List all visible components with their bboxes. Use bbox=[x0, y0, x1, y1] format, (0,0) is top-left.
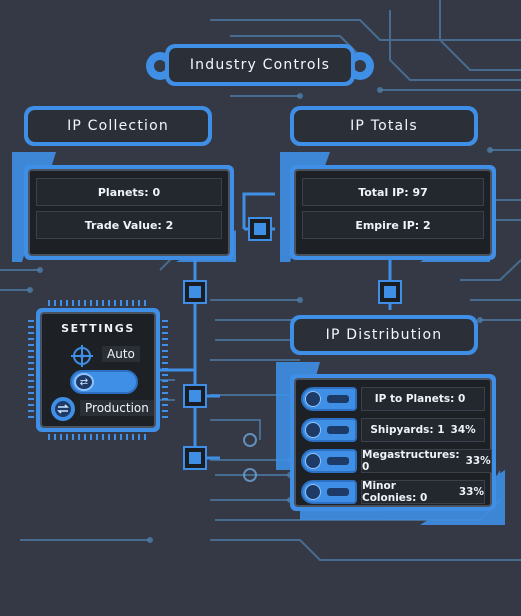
ip-totals-panel: Total IP: 97 Empire IP: 2 bbox=[290, 165, 496, 260]
mode-toggle[interactable]: ⇄ bbox=[70, 370, 138, 394]
distribution-row-shipyards: Shipyards: 1 34% bbox=[301, 417, 485, 443]
ip-totals-title: IP Totals bbox=[294, 110, 474, 142]
cycle-icon[interactable] bbox=[50, 396, 76, 422]
planets-value: Planets: 0 bbox=[36, 178, 222, 206]
ip-totals-title-plate: IP Totals bbox=[290, 106, 478, 146]
ip-collection-panel: Planets: 0 Trade Value: 2 bbox=[24, 165, 234, 260]
connector-chip-icon bbox=[248, 217, 272, 241]
shipyards-label: Shipyards: 1 bbox=[370, 424, 445, 436]
empire-ip-value: Empire IP: 2 bbox=[302, 211, 484, 239]
trade-value: Trade Value: 2 bbox=[36, 211, 222, 239]
production-mode-label[interactable]: Production bbox=[80, 400, 154, 416]
connector-chip-icon bbox=[183, 446, 207, 470]
connector-chip-icon bbox=[378, 280, 402, 304]
distribution-row-planets: IP to Planets: 0 bbox=[301, 386, 485, 412]
connector-chip-icon bbox=[183, 384, 207, 408]
settings-panel: SETTINGS Auto ⇄ Production bbox=[28, 300, 168, 440]
allocate-megastructures-button[interactable] bbox=[301, 449, 357, 473]
total-ip-value: Total IP: 97 bbox=[302, 178, 484, 206]
distribution-row-minor-colonies: Minor Colonies: 0 33% bbox=[301, 479, 485, 505]
industry-controls-screen: Industry Controls IP Collection Planets:… bbox=[0, 0, 521, 616]
ip-distribution-title-plate: IP Distribution bbox=[290, 315, 478, 355]
ip-distribution-title: IP Distribution bbox=[294, 319, 474, 351]
distribution-row-megastructures: Megastructures: 0 33% bbox=[301, 448, 492, 474]
megastructures-label: Megastructures: 0 bbox=[362, 449, 460, 473]
cycle-icon: ⇄ bbox=[74, 373, 94, 391]
ip-collection-title-plate: IP Collection bbox=[24, 106, 212, 146]
minor-colonies-percent: 33% bbox=[458, 486, 484, 498]
crosshair-icon[interactable] bbox=[70, 344, 94, 368]
settings-title: SETTINGS bbox=[61, 322, 135, 335]
allocate-shipyards-button[interactable] bbox=[301, 418, 357, 442]
ip-collection-title: IP Collection bbox=[28, 110, 208, 142]
shipyards-percent: 34% bbox=[450, 424, 476, 436]
connector-chip-icon bbox=[183, 280, 207, 304]
minor-colonies-label: Minor Colonies: 0 bbox=[362, 480, 428, 504]
megastructures-percent: 33% bbox=[465, 455, 491, 467]
page-title: Industry Controls bbox=[169, 48, 351, 82]
auto-mode-label[interactable]: Auto bbox=[102, 346, 140, 362]
ip-to-planets-label: IP to Planets: 0 bbox=[374, 393, 466, 405]
allocate-planets-button[interactable] bbox=[301, 387, 357, 411]
ip-distribution-panel: IP to Planets: 0 Shipyards: 1 34% Megast… bbox=[290, 374, 496, 511]
allocate-minor-colonies-button[interactable] bbox=[301, 480, 357, 504]
industry-controls-title: Industry Controls bbox=[165, 44, 355, 86]
